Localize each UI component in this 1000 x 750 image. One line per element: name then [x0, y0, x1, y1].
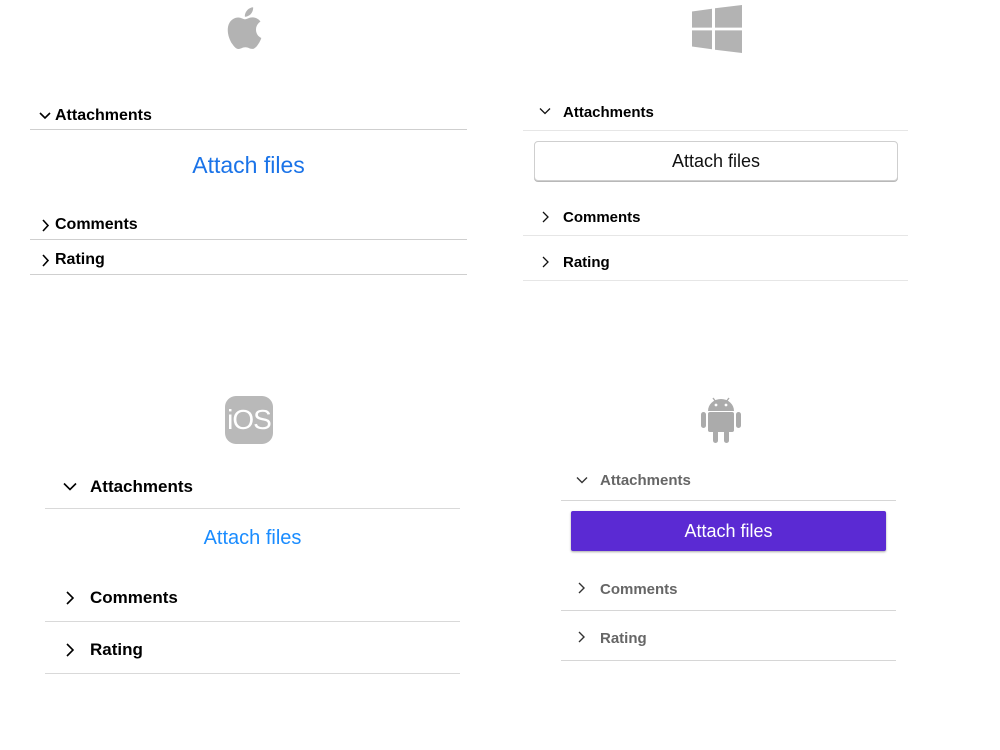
section-label-attachments: Attachments: [563, 104, 654, 121]
section-label-attachments: Attachments: [600, 472, 691, 489]
chevron-down-icon: [63, 482, 77, 491]
attach-files-button[interactable]: Attach files: [534, 141, 898, 181]
attach-files-button[interactable]: Attach files: [45, 527, 460, 550]
chevron-right-icon: [578, 631, 585, 643]
chevron-right-icon: [42, 219, 50, 232]
chevron-right-icon: [42, 254, 50, 267]
chevron-right-icon: [578, 582, 585, 594]
attachments-section-header[interactable]: Attachments: [30, 100, 467, 130]
comments-section-header[interactable]: Comments: [30, 210, 467, 240]
ios-expander-panel: Attachments Attach files Comments Rating: [45, 465, 460, 680]
macos-expander-panel: Attachments Attach files Comments Rating: [30, 100, 467, 280]
chevron-right-icon: [66, 591, 74, 605]
chevron-right-icon: [66, 643, 74, 657]
attachments-content: Attach files Comments: [45, 509, 460, 622]
section-label-comments[interactable]: Comments: [90, 588, 178, 608]
section-label-rating: Rating: [563, 254, 610, 271]
android-expander-panel: Attachments Attach files Comments Rating: [561, 462, 896, 667]
ios-logo-icon: iOS: [225, 396, 273, 444]
divider: [523, 280, 908, 281]
chevron-down-icon: [539, 108, 551, 115]
section-label-rating: Rating: [55, 251, 105, 268]
android-logo-icon: [701, 397, 741, 443]
attachments-section-header[interactable]: Attachments: [45, 465, 460, 509]
attachments-content: Attach files: [30, 130, 467, 210]
divider: [30, 274, 467, 275]
attachments-content: Attach files Comments: [523, 131, 908, 236]
section-label-comments: Comments: [55, 216, 138, 233]
chevron-down-icon: [39, 112, 51, 120]
apple-logo-icon: [227, 7, 262, 50]
windows-expander-panel: Attachments Attach files Comments Rating: [523, 95, 908, 285]
attachments-content: Attach files Comments: [561, 501, 896, 611]
chevron-down-icon: [576, 477, 588, 484]
section-label-comments[interactable]: Comments: [600, 581, 678, 598]
section-label-attachments: Attachments: [55, 107, 152, 124]
rating-section-header[interactable]: Rating: [45, 622, 460, 674]
divider: [561, 660, 896, 661]
chevron-right-icon: [542, 211, 549, 223]
attachments-section-header[interactable]: Attachments: [561, 462, 896, 501]
rating-section-header[interactable]: Rating: [561, 611, 896, 661]
windows-logo-icon: [692, 5, 742, 53]
attach-files-button[interactable]: Attach files: [571, 511, 886, 551]
section-label-attachments: Attachments: [90, 477, 193, 496]
divider: [45, 673, 460, 674]
chevron-right-icon: [542, 256, 549, 268]
rating-section-header[interactable]: Rating: [30, 240, 467, 275]
attachments-section-header[interactable]: Attachments: [523, 95, 908, 131]
section-label-rating: Rating: [90, 640, 143, 659]
section-label-rating: Rating: [600, 630, 647, 647]
section-label-comments[interactable]: Comments: [563, 209, 641, 226]
rating-section-header[interactable]: Rating: [523, 236, 908, 281]
attach-files-button[interactable]: Attach files: [30, 152, 467, 179]
